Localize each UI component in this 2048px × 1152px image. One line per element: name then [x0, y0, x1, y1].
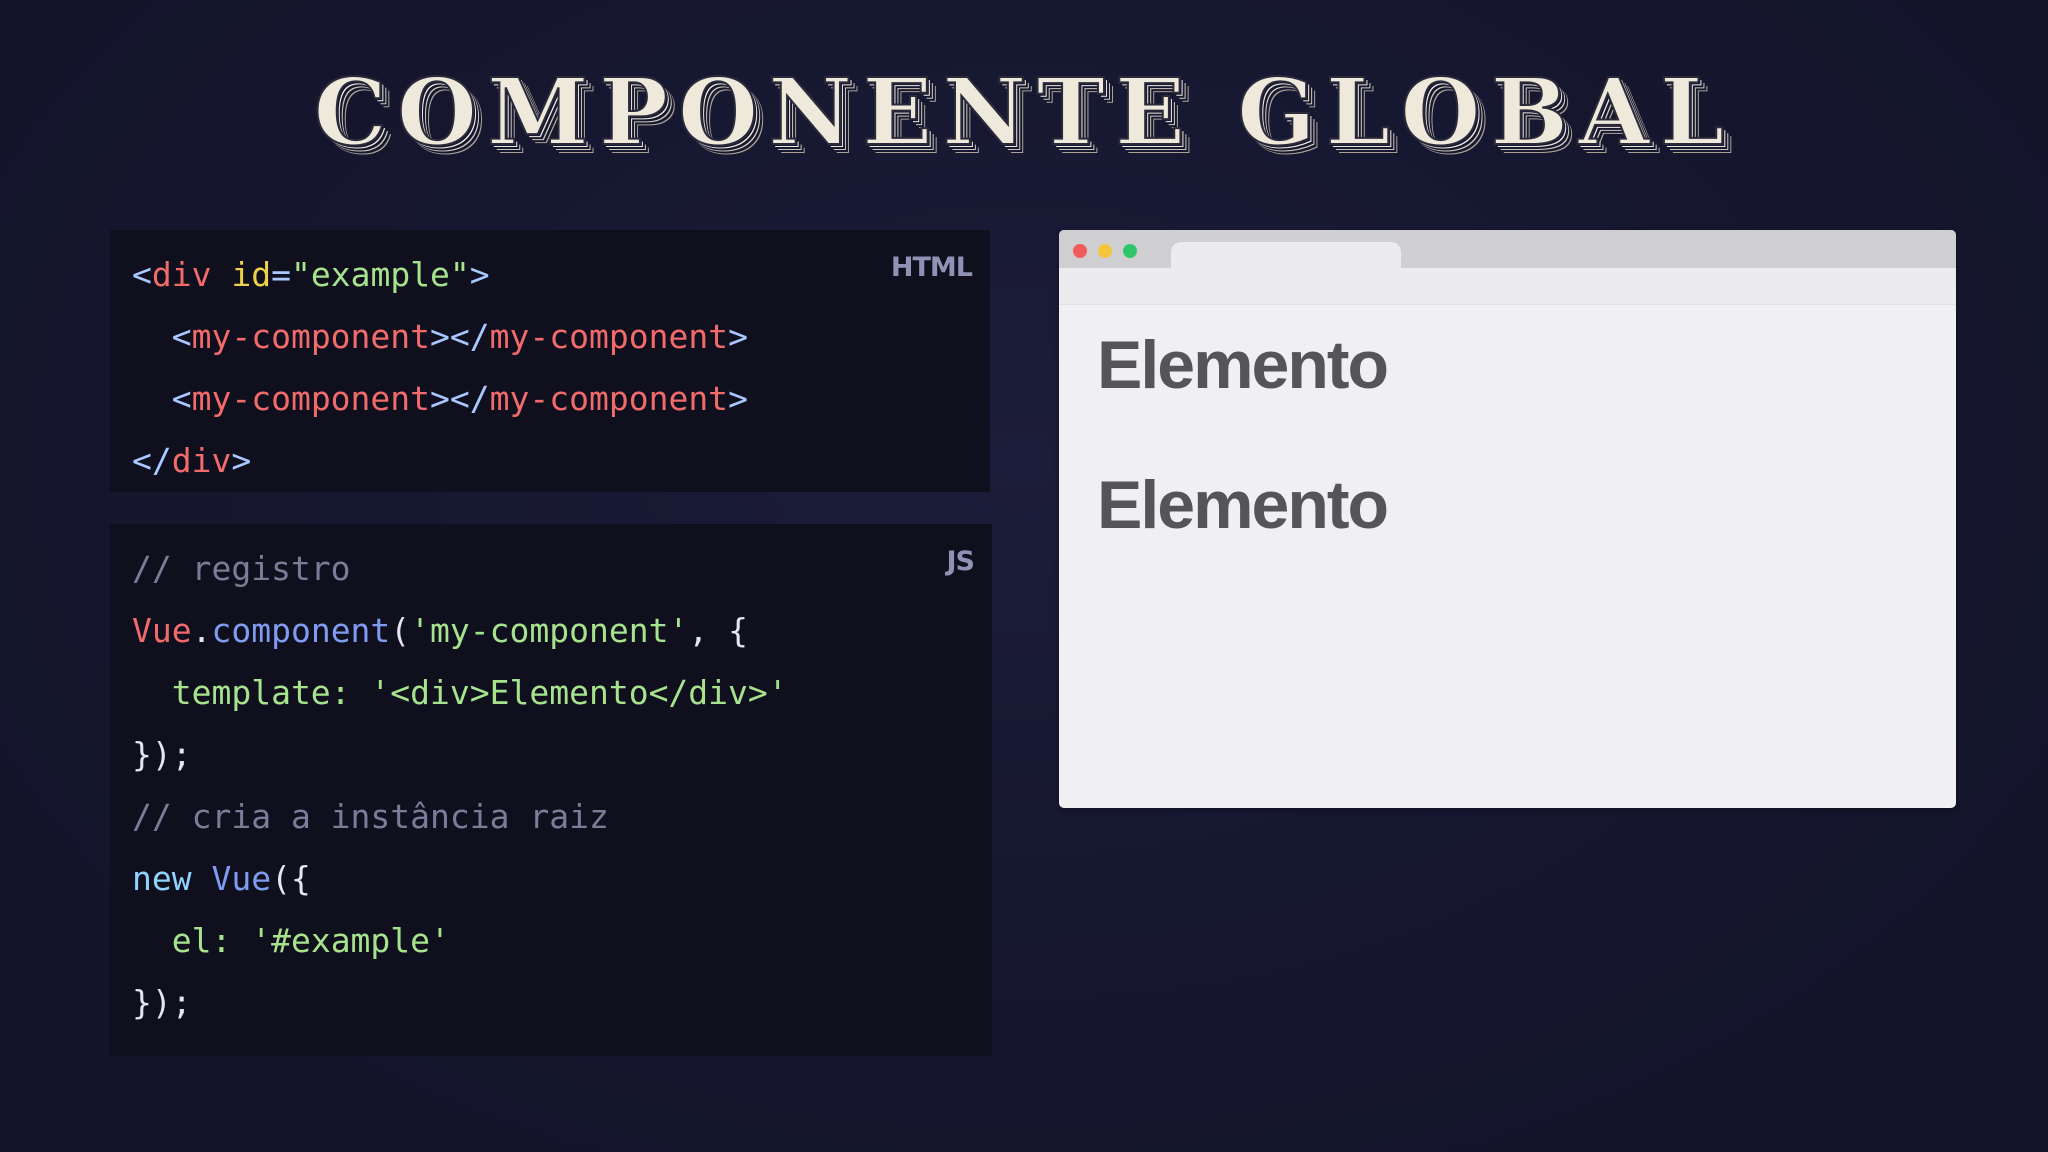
- code-line: <div id="example">: [132, 244, 968, 306]
- rendered-element: Elemento: [1097, 467, 1389, 543]
- code-line: <my-component></my-component>: [132, 306, 968, 368]
- js-code-panel: JS // registro Vue.component('my-componen…: [110, 524, 992, 1056]
- code-token: 'my-component': [410, 611, 689, 650]
- code-token: >: [728, 317, 748, 356]
- code-token: my-component: [191, 379, 431, 418]
- code-token: });: [132, 735, 192, 774]
- close-window-dot-icon[interactable]: [1073, 244, 1087, 258]
- code-line: Vue.component('my-component', {: [132, 600, 970, 662]
- code-token: my-component: [489, 317, 729, 356]
- code-token: div: [171, 441, 232, 480]
- code-token: >: [469, 255, 490, 294]
- code-token: </: [132, 441, 172, 480]
- code-line: // cria a instância raiz: [132, 786, 970, 848]
- code-line: </div>: [132, 430, 968, 492]
- code-token: my-component: [191, 317, 431, 356]
- code-token: component: [211, 611, 391, 650]
- code-token: <: [132, 317, 192, 356]
- html-code-lines: <div id="example"> <my-component></my-co…: [132, 244, 968, 492]
- code-token: ></: [430, 379, 490, 418]
- code-line: });: [132, 972, 970, 1034]
- browser-content: Elemento Elemento: [1097, 327, 1389, 610]
- code-line: template: '<div>Elemento</div>': [132, 662, 970, 724]
- code-token: <: [132, 255, 152, 294]
- code-token: id: [231, 255, 272, 294]
- code-line: new Vue({: [132, 848, 970, 910]
- html-language-badge: HTML: [890, 252, 973, 283]
- code-line: <my-component></my-component>: [132, 368, 968, 430]
- browser-toolbar: [1059, 268, 1956, 305]
- code-token: ({: [271, 859, 311, 898]
- rendered-element: Elemento: [1097, 327, 1389, 403]
- code-token: Vue: [211, 859, 272, 898]
- js-code-lines: // registro Vue.component('my-component',…: [132, 538, 970, 1034]
- maximize-window-dot-icon[interactable]: [1123, 244, 1137, 258]
- html-code-panel: HTML <div id="example"> <my-component></…: [110, 230, 990, 492]
- js-language-badge: JS: [946, 546, 975, 577]
- code-token: div: [151, 255, 212, 294]
- browser-window: Elemento Elemento: [1059, 230, 1956, 808]
- code-token: template:: [132, 673, 371, 712]
- code-token: });: [132, 983, 192, 1022]
- browser-titlebar: [1059, 230, 1956, 272]
- code-token: (: [390, 611, 411, 650]
- code-token: =: [271, 255, 291, 294]
- code-token: .: [191, 611, 212, 650]
- code-token: '<div>Elemento</div>': [370, 673, 788, 712]
- minimize-window-dot-icon[interactable]: [1098, 244, 1112, 258]
- code-line: // registro: [132, 538, 970, 600]
- code-token: new: [132, 859, 192, 898]
- code-line: });: [132, 724, 970, 786]
- code-token: >: [728, 379, 748, 418]
- code-token: ></: [430, 317, 490, 356]
- code-token: <: [132, 379, 192, 418]
- code-token: my-component: [489, 379, 729, 418]
- slide-title: COMPONENTE GLOBAL: [313, 57, 1735, 167]
- code-token: // registro: [132, 549, 351, 588]
- code-token: >: [231, 441, 252, 480]
- code-line: el: '#example': [132, 910, 970, 972]
- code-token: Vue: [132, 611, 192, 650]
- code-token: // cria a instância raiz: [132, 797, 609, 836]
- code-token: , {: [688, 611, 748, 650]
- code-token: el:: [132, 921, 252, 960]
- code-token: "example": [290, 255, 470, 294]
- code-token: '#example': [251, 921, 450, 960]
